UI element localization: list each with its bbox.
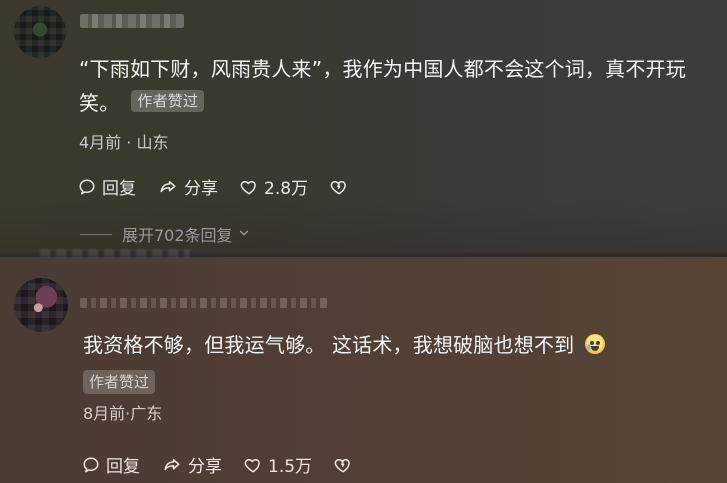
share-label: 分享 [188, 457, 222, 477]
heart-outline-icon [244, 456, 262, 474]
share-arrow-icon [162, 456, 182, 474]
username-redacted[interactable] [80, 14, 184, 28]
expand-replies-text: 展开702条回复 [122, 226, 233, 245]
comment-text: “下雨如下财，风雨贵人来”，我作为中国人都不会这个词，真不开玩笑。 作者赞过 [79, 52, 719, 120]
broken-heart-icon [334, 456, 352, 474]
author-liked-badge: 作者赞过 [83, 370, 156, 394]
comment-actions: 回复 分享 1.5万 [82, 452, 352, 477]
reply-button[interactable]: 回复 [82, 452, 140, 477]
avatar[interactable] [14, 6, 66, 58]
comment-card-1: “下雨如下财，风雨贵人来”，我作为中国人都不会这个词，真不开玩笑。 作者赞过 4月… [0, 0, 727, 257]
heart-outline-icon [240, 178, 258, 196]
like-button[interactable]: 2.8万 [240, 174, 308, 199]
like-count: 1.5万 [268, 457, 313, 477]
comment-actions: 回复 分享 2.8万 [78, 174, 348, 199]
speech-bubble-icon [82, 456, 100, 474]
crying-face-emoji [584, 334, 605, 354]
broken-heart-icon [330, 178, 348, 196]
share-label: 分享 [184, 179, 218, 199]
like-count: 2.8万 [264, 179, 309, 199]
reply-label: 回复 [102, 179, 136, 199]
reply-label: 回复 [106, 457, 140, 477]
expand-divider [80, 233, 112, 235]
comment-meta: 4月前 · 山东 [79, 133, 169, 152]
like-button[interactable]: 1.5万 [244, 452, 312, 477]
avatar[interactable] [14, 278, 68, 332]
username-redacted[interactable] [80, 298, 330, 308]
emoji-mouth [590, 346, 599, 351]
partial-scrolled-content [40, 249, 190, 257]
chevron-down-icon [237, 225, 251, 244]
reply-button[interactable]: 回复 [78, 174, 136, 199]
author-liked-badge: 作者赞过 [131, 90, 205, 112]
dislike-button[interactable] [334, 456, 352, 474]
share-arrow-icon [158, 178, 178, 196]
dislike-button[interactable] [330, 178, 348, 196]
speech-bubble-icon [78, 178, 96, 196]
comment-meta: 8月前·广东 [83, 404, 163, 423]
comment-text: 我资格不够，但我运气够。 这话术，我想破脑也想不到 [83, 328, 703, 362]
comment-text-content: 我资格不够，但我运气够。 这话术，我想破脑也想不到 [83, 333, 575, 357]
expand-replies-label: 展开702条回复 [122, 222, 251, 246]
share-button[interactable]: 分享 [158, 174, 218, 199]
expand-replies[interactable]: 展开702条回复 [80, 222, 251, 246]
share-button[interactable]: 分享 [162, 452, 222, 477]
